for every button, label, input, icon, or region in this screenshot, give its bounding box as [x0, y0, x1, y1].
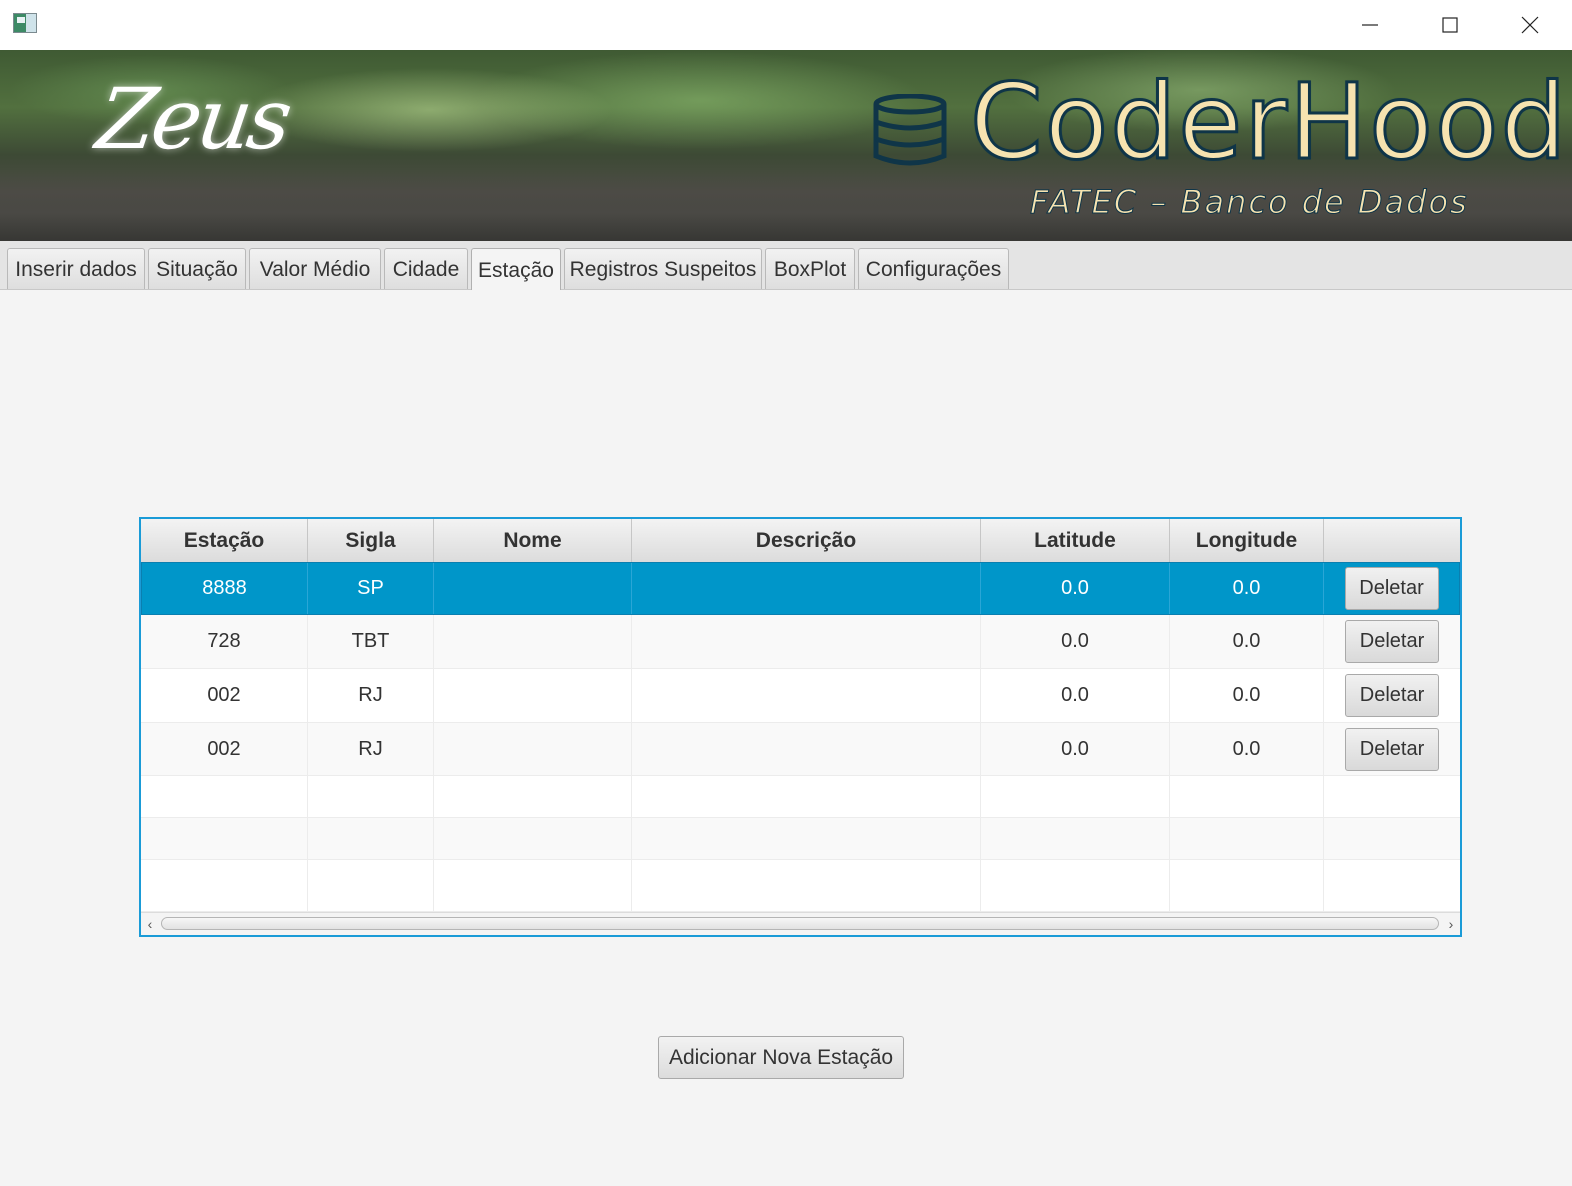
cell-nome	[434, 723, 632, 775]
cell-longitude: 0.0	[1170, 615, 1324, 668]
empty-cell	[632, 818, 981, 859]
maximize-icon	[1442, 17, 1458, 33]
empty-row	[141, 860, 1460, 912]
delete-button[interactable]: Deletar	[1345, 727, 1439, 771]
empty-row	[141, 776, 1460, 818]
table-row[interactable]: 002 RJ 0.0 0.0 Deletar	[141, 669, 1460, 723]
stations-table[interactable]: Estação Sigla Nome Descrição Latitude Lo…	[139, 517, 1462, 937]
maximize-button[interactable]	[1410, 0, 1490, 50]
cell-sigla: RJ	[308, 723, 434, 775]
tab-inserir-dados[interactable]: Inserir dados	[7, 248, 145, 289]
table-row[interactable]: 002 RJ 0.0 0.0 Deletar	[141, 723, 1460, 776]
delete-button[interactable]: Deletar	[1345, 674, 1439, 717]
header-banner: Zeus CoderHood FATEC – Banco de Dados	[0, 50, 1572, 241]
empty-cell	[632, 776, 981, 817]
tab-configuracoes[interactable]: Configurações	[858, 248, 1009, 289]
add-station-button[interactable]: Adicionar Nova Estação	[658, 1036, 904, 1079]
table-row[interactable]: 728 TBT 0.0 0.0 Deletar	[141, 615, 1460, 669]
empty-cell	[632, 860, 981, 911]
cell-estacao: 002	[141, 669, 308, 722]
empty-cell	[141, 860, 308, 911]
delete-button[interactable]: Deletar	[1345, 620, 1439, 663]
empty-cell	[434, 776, 632, 817]
scroll-right-icon[interactable]: ›	[1444, 917, 1458, 931]
cell-estacao: 8888	[142, 563, 308, 614]
empty-cell	[981, 860, 1170, 911]
empty-cell	[141, 818, 308, 859]
minimize-button[interactable]	[1330, 0, 1410, 50]
cell-sigla: TBT	[308, 615, 434, 668]
cell-descricao	[632, 615, 981, 668]
tab-cidade[interactable]: Cidade	[384, 248, 468, 289]
empty-cell	[981, 776, 1170, 817]
column-header-descricao[interactable]: Descrição	[632, 519, 981, 562]
column-header-estacao[interactable]: Estação	[141, 519, 308, 562]
cell-estacao: 728	[141, 615, 308, 668]
empty-cell	[308, 818, 434, 859]
minimize-icon	[1362, 24, 1378, 26]
scrollbar-thumb[interactable]	[161, 917, 1439, 930]
cell-latitude: 0.0	[981, 669, 1170, 722]
cell-action: Deletar	[1324, 615, 1460, 668]
empty-cell	[308, 776, 434, 817]
cell-sigla: RJ	[308, 669, 434, 722]
column-header-longitude[interactable]: Longitude	[1170, 519, 1324, 562]
cell-action: Deletar	[1324, 669, 1460, 722]
tab-bar: Inserir dados Situação Valor Médio Cidad…	[0, 241, 1572, 290]
cell-longitude: 0.0	[1170, 563, 1324, 614]
cell-action: Deletar	[1324, 723, 1460, 775]
cell-latitude: 0.0	[981, 723, 1170, 775]
table-header: Estação Sigla Nome Descrição Latitude Lo…	[141, 519, 1460, 563]
empty-cell	[308, 860, 434, 911]
cell-nome	[434, 615, 632, 668]
close-button[interactable]	[1490, 0, 1570, 50]
title-bar	[0, 0, 1572, 50]
cell-longitude: 0.0	[1170, 669, 1324, 722]
zeus-logo: Zeus	[91, 70, 295, 168]
cell-descricao	[632, 563, 981, 614]
tab-boxplot[interactable]: BoxPlot	[765, 248, 855, 289]
empty-cell	[981, 818, 1170, 859]
empty-cell	[1170, 776, 1324, 817]
empty-cell	[434, 818, 632, 859]
cell-nome	[434, 669, 632, 722]
cell-latitude: 0.0	[981, 563, 1170, 614]
cell-longitude: 0.0	[1170, 723, 1324, 775]
tab-situacao[interactable]: Situação	[148, 248, 246, 289]
cell-descricao	[632, 669, 981, 722]
empty-cell	[1170, 860, 1324, 911]
horizontal-scrollbar[interactable]: ‹ ›	[141, 912, 1460, 935]
cell-estacao: 002	[141, 723, 308, 775]
cell-nome	[434, 563, 632, 614]
delete-button[interactable]: Deletar	[1344, 567, 1439, 610]
empty-cell	[1170, 818, 1324, 859]
database-icon	[873, 94, 947, 166]
tab-valor-medio[interactable]: Valor Médio	[249, 248, 381, 289]
empty-cell	[434, 860, 632, 911]
cell-descricao	[632, 723, 981, 775]
app-icon	[13, 13, 37, 33]
column-header-latitude[interactable]: Latitude	[981, 519, 1170, 562]
brand-title: CoderHood	[968, 61, 1569, 183]
cell-sigla: SP	[308, 563, 434, 614]
cell-action: Deletar	[1324, 563, 1459, 614]
empty-row	[141, 818, 1460, 860]
tab-registros-suspeitos[interactable]: Registros Suspeitos	[564, 248, 762, 289]
tab-estacao[interactable]: Estação	[471, 248, 561, 290]
scroll-left-icon[interactable]: ‹	[143, 917, 157, 931]
column-header-sigla[interactable]: Sigla	[308, 519, 434, 562]
brand-subtitle: FATEC – Banco de Dados	[1030, 183, 1469, 222]
table-row[interactable]: 8888 SP 0.0 0.0 Deletar	[141, 562, 1460, 615]
column-header-actions[interactable]	[1324, 519, 1460, 562]
cell-latitude: 0.0	[981, 615, 1170, 668]
empty-cell	[141, 776, 308, 817]
close-icon	[1521, 16, 1539, 34]
column-header-nome[interactable]: Nome	[434, 519, 632, 562]
